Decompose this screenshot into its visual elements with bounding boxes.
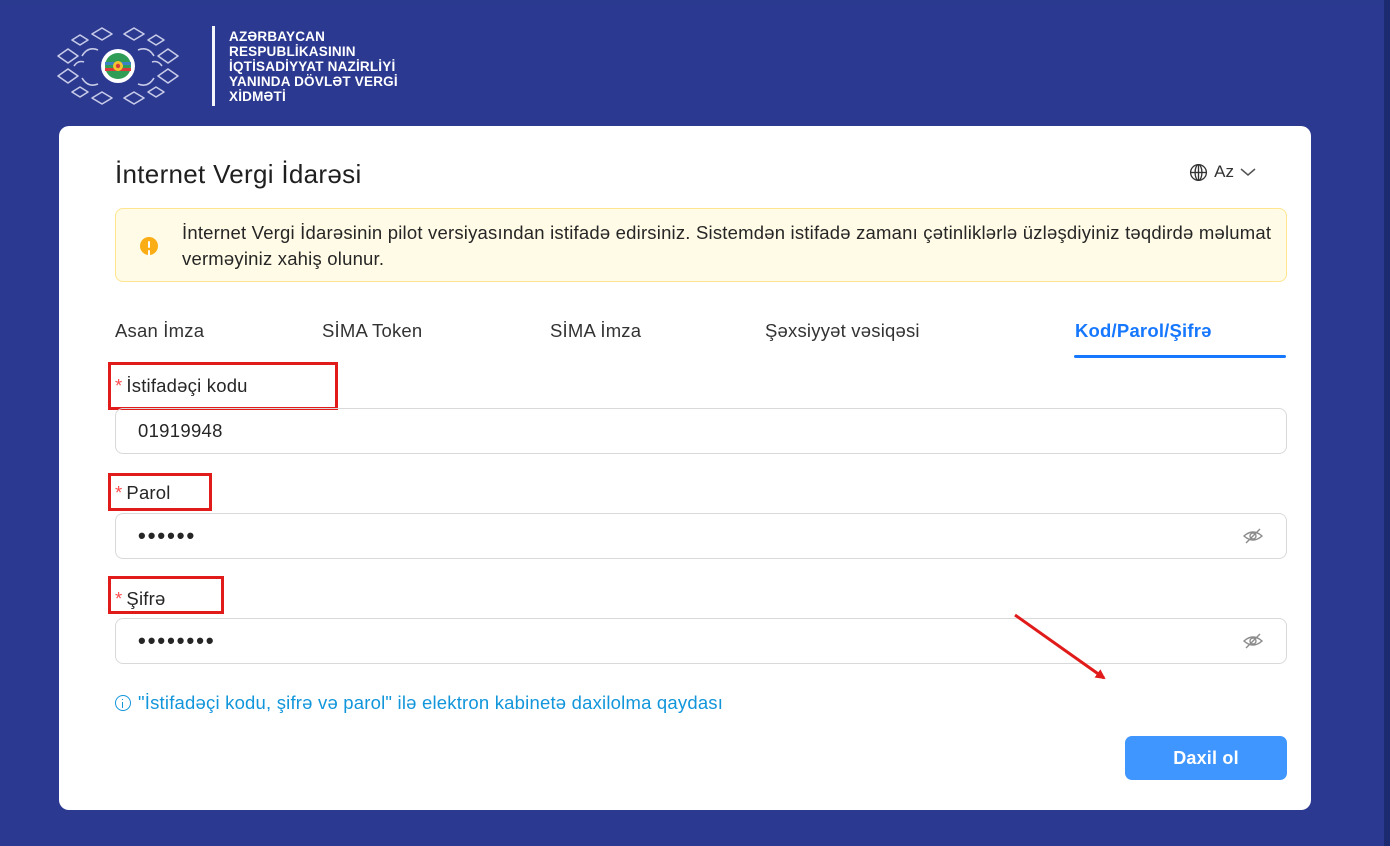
brand-header: AZƏRBAYCAN RESPUBLİKASININ İQTİSADİYYAT …	[52, 26, 398, 106]
required-marker: *	[115, 482, 123, 503]
tab-asan-imza[interactable]: Asan İmza	[115, 320, 204, 342]
brand-divider	[212, 26, 215, 106]
tab-id-card[interactable]: Şəxsiyyət vəsiqəsi	[765, 320, 920, 342]
page-title: İnternet Vergi İdarəsi	[115, 159, 362, 189]
user-code-value: 01919948	[138, 420, 223, 441]
brand-line: YANINDA DÖVLƏT VERGİ	[229, 74, 398, 89]
pin-input[interactable]: ••••••••	[115, 618, 1287, 664]
user-code-input[interactable]: 01919948	[115, 408, 1287, 454]
brand-line: İQTİSADİYYAT NAZİRLİYİ	[229, 59, 396, 74]
user-code-label-text: İstifadəçi kodu	[126, 375, 248, 396]
tab-sima-imza[interactable]: SİMA İmza	[550, 320, 641, 342]
tab-code-password[interactable]: Kod/Parol/Şifrə	[1075, 320, 1212, 342]
required-marker: *	[115, 588, 123, 609]
eye-invisible-icon[interactable]	[1242, 631, 1264, 651]
warning-icon	[140, 237, 158, 255]
brand-line: RESPUBLİKASININ	[229, 44, 356, 59]
alert-message: İnternet Vergi İdarəsinin pilot versiyas…	[182, 222, 1272, 269]
brand-line: AZƏRBAYCAN	[229, 29, 326, 44]
login-rules-link-text: "İstifadəçi kodu, şifrə və parol" ilə el…	[138, 692, 724, 713]
tab-sima-token[interactable]: SİMA Token	[322, 320, 422, 342]
chevron-down-icon	[1240, 168, 1256, 176]
globe-icon	[1190, 163, 1208, 181]
language-selector[interactable]: Az	[1189, 162, 1256, 182]
login-rules-link[interactable]: "İstifadəçi kodu, şifrə və parol" ilə el…	[115, 692, 723, 714]
brand-name: AZƏRBAYCAN RESPUBLİKASININ İQTİSADİYYAT …	[229, 29, 398, 104]
language-label: Az	[1214, 162, 1234, 181]
password-input[interactable]: ••••••	[115, 513, 1287, 559]
login-method-tabs: Asan İmza SİMA Token SİMA İmza Şəxsiyyət…	[115, 312, 1287, 358]
pilot-version-alert: İnternet Vergi İdarəsinin pilot versiyas…	[115, 208, 1287, 282]
pin-value: ••••••••	[138, 628, 216, 653]
info-circle-icon	[115, 695, 131, 711]
login-button[interactable]: Daxil ol	[1125, 736, 1287, 780]
required-marker: *	[115, 375, 123, 396]
password-value: ••••••	[138, 523, 197, 548]
pin-label: * Şifrə	[115, 588, 165, 610]
brand-line: XİDMƏTİ	[229, 89, 286, 104]
right-frame-bar	[1384, 0, 1390, 846]
top-frame-bar	[0, 0, 1390, 6]
pin-label-text: Şifrə	[126, 588, 166, 609]
user-code-label: * İstifadəçi kodu	[115, 375, 248, 397]
state-emblem-icon	[57, 27, 179, 105]
eye-invisible-icon[interactable]	[1242, 526, 1264, 546]
active-tab-indicator	[1074, 355, 1286, 358]
password-label-text: Parol	[126, 482, 171, 503]
login-card: İnternet Vergi İdarəsi Az İnternet Vergi…	[59, 126, 1311, 810]
password-label: * Parol	[115, 482, 171, 504]
